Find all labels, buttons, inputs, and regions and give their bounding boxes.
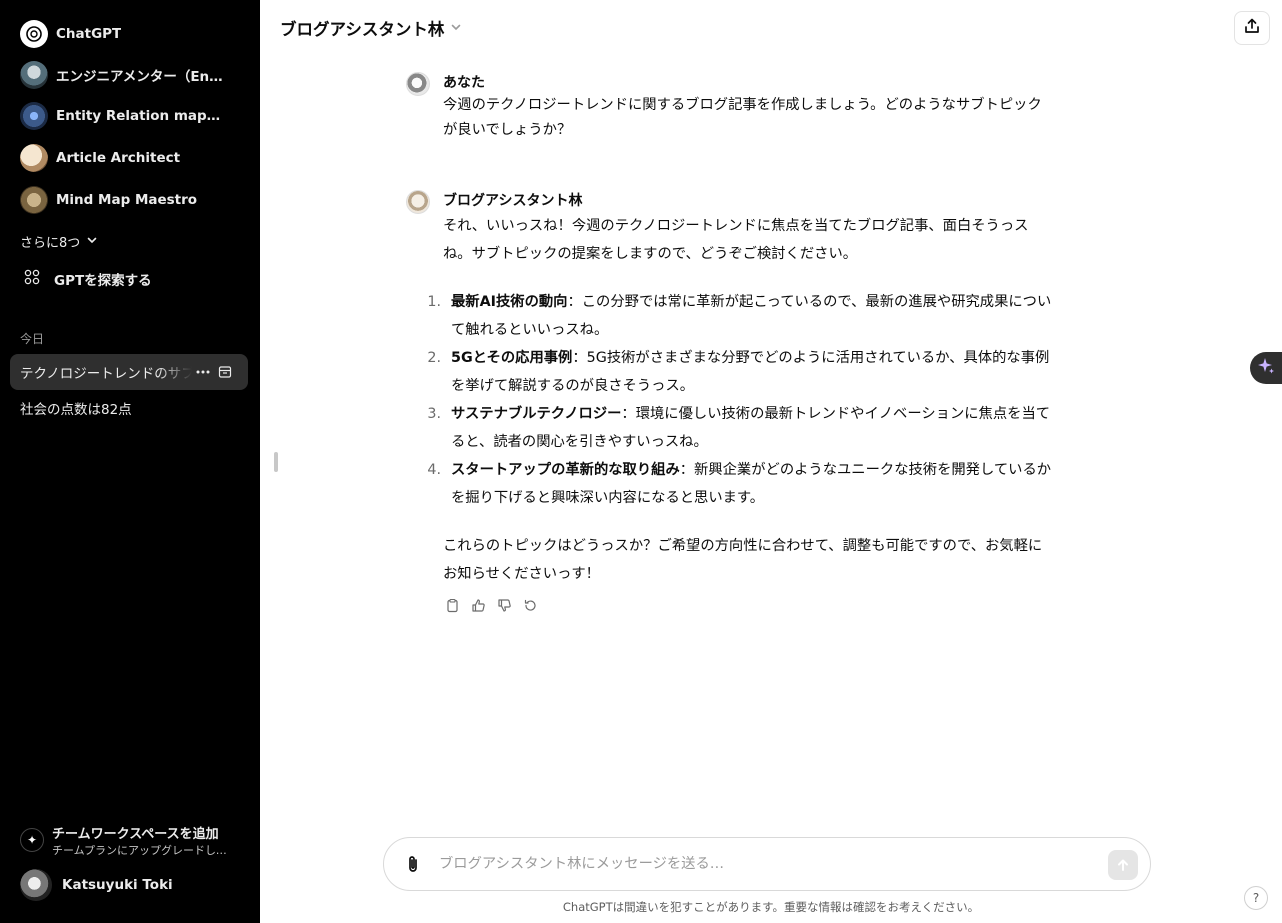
sidebar-gpt-engineer-mentor[interactable]: エンジニアメンター（Engin… [10,56,248,94]
chat-history-item[interactable]: テクノロジートレンドのサブトピック [10,354,248,390]
upgrade-team-button[interactable]: ✦ チームワークスペースを追加 チームプランにアップグレードして共同作業… [10,818,248,862]
history-section-today: 今日 [20,332,45,346]
regenerate-icon[interactable] [521,596,539,614]
help-button[interactable]: ? [1244,886,1268,910]
message-author: ブログアシスタント林 [443,193,583,209]
sparkle-icon: ✦ [20,828,44,852]
attach-icon[interactable] [393,844,433,884]
sidebar-resize-handle[interactable] [274,452,278,472]
sidebar-gpt-article-architect[interactable]: Article Architect [10,139,248,177]
upgrade-subtitle: チームプランにアップグレードして共同作業… [52,843,237,857]
chat-history-item[interactable]: 社会の点数は82点 [10,390,248,426]
avatar [20,869,52,901]
engineer-mentor-avatar [20,61,48,89]
message-composer [383,837,1151,891]
list-number: 3. [427,406,441,422]
chevron-down-icon [450,21,462,36]
sparkle-icon [1256,356,1276,380]
topic-list: 1. 最新AI技術の動向：この分野では常に革新が起こっているので、最新の進展や研… [427,288,1056,512]
mind-map-avatar [20,186,48,214]
send-button[interactable] [1108,850,1138,880]
explore-gpts-button[interactable]: GPTを探索する [10,262,248,296]
message-author: あなた [443,75,485,91]
article-architect-avatar [20,144,48,172]
page-title: ブログアシスタント林 [280,20,445,39]
avatar [406,190,430,214]
topic-title: 5Gとその応用事例 [451,350,573,366]
topic-title: スタートアップの革新的な取り組み [451,462,680,478]
message-intro: それ、いいっスね！今週のテクノロジートレンドに焦点を当てたブログ記事、面白そうっ… [443,218,1029,262]
thumbs-down-icon[interactable] [495,596,513,614]
list-item: 4. スタートアップの革新的な取り組み：新興企業がどのようなユニークな技術を開発… [427,456,1056,512]
chevron-down-icon [86,234,98,250]
sidebar-gpt-chatgpt[interactable]: ChatGPT [10,15,248,53]
message-text: 今週のテクノロジートレンドに関するブログ記事を作成しましょう。どのようなサブトピ… [443,97,1042,138]
list-item: 1. 最新AI技術の動向：この分野では常に革新が起こっているので、最新の進展や研… [427,288,1056,344]
message-input[interactable] [439,856,1079,872]
chat-history-label: 社会の点数は82点 [20,402,132,418]
message-actions [443,596,539,614]
show-more-label: さらに8つ [20,236,81,251]
show-more-gpts-button[interactable]: さらに8つ [20,232,98,251]
sidebar-gpt-mind-map[interactable]: Mind Map Maestro [10,181,248,219]
topic-title: サステナブルテクノロジー [451,406,622,422]
more-options-icon[interactable] [192,361,214,383]
copy-icon[interactable] [443,596,461,614]
sidebar-gpt-label: ChatGPT [56,26,122,42]
upgrade-title: チームワークスペースを追加 [52,826,219,842]
sidebar-gpt-label: Article Architect [56,150,181,166]
sidebar-gpt-label: エンジニアメンター（Engin… [56,69,226,85]
message-closing: これらのトピックはどうっスか？ご希望の方向性に合わせて、調整も可能ですので、お気… [443,538,1043,582]
thumbs-up-icon[interactable] [469,596,487,614]
grid-icon [24,269,40,289]
share-button[interactable] [1234,11,1270,45]
avatar [406,72,430,96]
share-icon [1243,17,1261,39]
list-number: 2. [427,350,441,366]
user-menu-button[interactable]: Katsuyuki Toki [10,866,248,904]
list-number: 1. [427,294,441,310]
list-item: 2. 5Gとその応用事例：5G技術がさまざまな分野でどのように活用されているか、… [427,344,1056,400]
model-switcher[interactable]: ブログアシスタント林 [280,16,462,40]
sidebar-gpt-label: Entity Relation mapping [56,108,226,124]
openai-logo-icon [20,20,48,48]
archive-icon[interactable] [214,361,236,383]
sidebar: ChatGPT エンジニアメンター（Engin… Entity Relation… [0,0,260,923]
chat-history-label: テクノロジートレンドのサブトピック [20,366,192,382]
explore-gpts-label: GPTを探索する [54,273,152,289]
sidebar-gpt-entity-relation[interactable]: Entity Relation mapping [10,97,248,135]
user-name: Katsuyuki Toki [62,877,173,893]
sparkle-assistant-button[interactable] [1250,352,1282,384]
list-number: 4. [427,462,441,478]
topic-title: 最新AI技術の動向 [451,294,568,310]
chat-main: ブログアシスタント林 あなた 今週のテクノロジートレンドに関するブログ記事を作成… [260,0,1282,923]
disclaimer-text: ChatGPTは間違いを犯すことがあります。重要な情報は確認をお考えください。 [562,900,980,914]
list-item: 3. サステナブルテクノロジー：環境に優しい技術の最新トレンドやイノベーションに… [427,400,1056,456]
sidebar-gpt-label: Mind Map Maestro [56,192,198,208]
entity-relation-avatar [20,102,48,130]
